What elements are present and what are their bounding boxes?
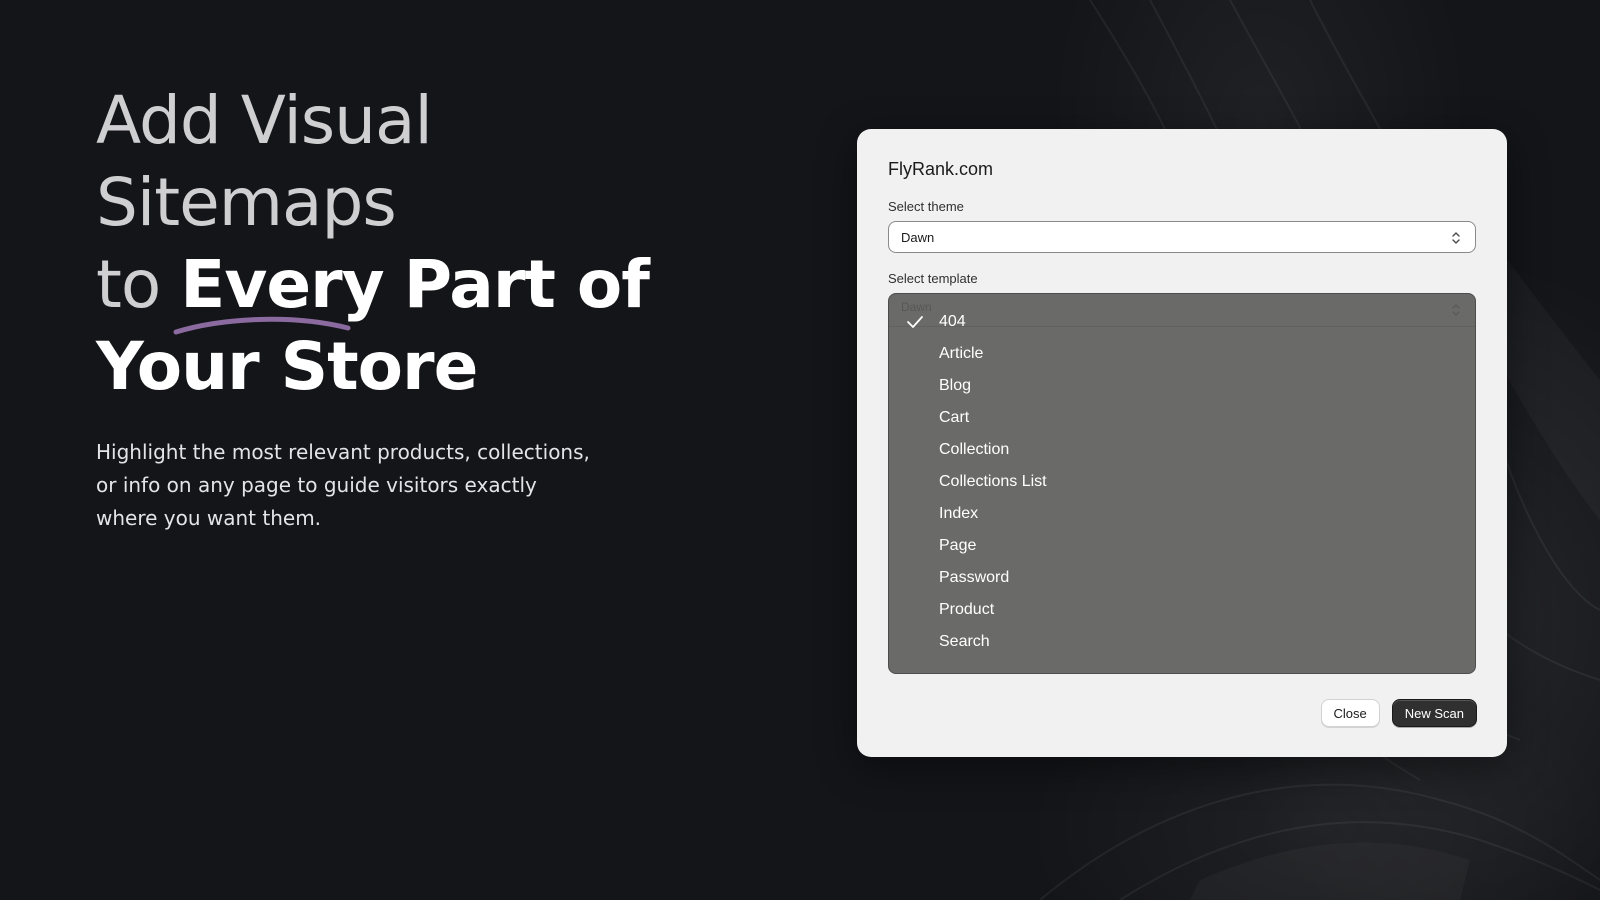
template-option[interactable]: Password [889, 562, 1475, 594]
scan-dialog: FlyRank.com Select theme Dawn Select tem… [857, 129, 1507, 757]
template-option[interactable]: Article [889, 338, 1475, 370]
template-option[interactable]: Collection [889, 434, 1475, 466]
checkmark-icon [907, 316, 923, 328]
theme-select-value: Dawn [901, 230, 935, 245]
new-scan-button[interactable]: New Scan [1391, 699, 1477, 727]
template-dropdown-list[interactable]: Dawn 404 Article Blog Cart Collection Collect… [888, 293, 1476, 674]
template-option-label: Blog [939, 377, 972, 394]
template-option-label: Collections List [939, 473, 1047, 490]
dialog-footer: Close New Scan [1320, 699, 1477, 727]
template-option-label: Search [939, 633, 990, 650]
theme-select-label: Select theme [888, 199, 964, 214]
headline-line-2-prefix: to [96, 246, 161, 323]
template-option[interactable]: Cart [889, 402, 1475, 434]
template-select-label: Select template [888, 271, 978, 286]
template-option[interactable]: Collections List [889, 466, 1475, 498]
template-option-label: Password [939, 569, 1010, 586]
hero-headline: Add Visual Sitemaps to Every Part of You… [96, 80, 736, 408]
template-option[interactable]: Product [889, 594, 1475, 626]
template-option[interactable]: Index [889, 498, 1475, 530]
template-option-label: 404 [939, 313, 966, 330]
template-option[interactable]: Page [889, 530, 1475, 562]
headline-emphasis-wrap: Every [173, 246, 403, 335]
template-option-label: Page [939, 537, 977, 554]
chevron-up-down-icon [1452, 232, 1460, 244]
template-option-label: Article [939, 345, 984, 362]
page-background: Add Visual Sitemaps to Every Part of You… [0, 0, 1600, 900]
template-option[interactable]: Blog [889, 370, 1475, 402]
headline-line-2-suffix: Part of [403, 246, 650, 323]
template-option-label: Cart [939, 409, 970, 426]
dialog-title: FlyRank.com [888, 159, 994, 179]
template-option[interactable]: Search [889, 626, 1475, 658]
theme-select[interactable]: Dawn [888, 221, 1476, 253]
hero-section: Add Visual Sitemaps to Every Part of You… [96, 80, 736, 535]
headline-line-2-emphasis: Every [180, 246, 384, 323]
close-button[interactable]: Close [1320, 699, 1380, 727]
headline-underline-stroke [173, 316, 351, 335]
template-option-label: Index [939, 505, 979, 522]
template-option-label: Collection [939, 441, 1010, 458]
headline-line-3: Your Store [96, 328, 478, 405]
hero-subtext: Highlight the most relevant products, co… [96, 440, 590, 530]
template-option-label: Product [939, 601, 995, 618]
template-options: 404 Article Blog Cart Collection Collections … [889, 306, 1475, 658]
template-option[interactable]: 404 [889, 306, 1475, 338]
headline-line-1: Add Visual Sitemaps [96, 82, 433, 241]
